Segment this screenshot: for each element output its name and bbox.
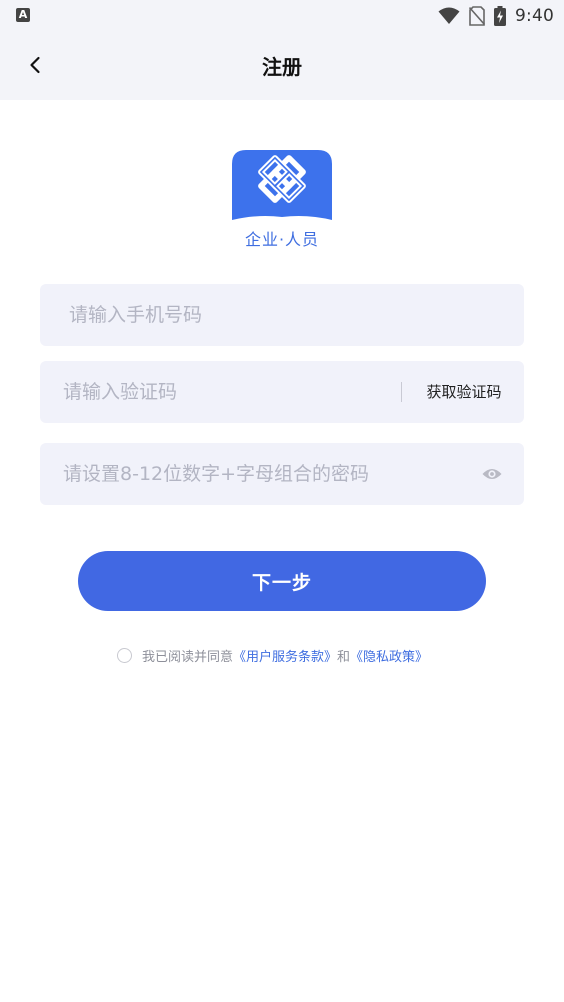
header-region: A 9:40 注册 [0, 0, 564, 100]
logo-caption: 企业·人员 [244, 230, 320, 249]
status-bar: A 9:40 [0, 0, 564, 32]
navigation-bar: 注册 [0, 32, 564, 100]
verification-code-input[interactable] [63, 361, 393, 423]
status-time: 9:40 [515, 6, 554, 26]
wifi-icon [438, 7, 460, 24]
password-field [40, 443, 524, 505]
app-logo-badge [232, 150, 332, 220]
privacy-policy-link[interactable]: 《隐私政策》 [350, 646, 428, 665]
eye-icon [482, 469, 502, 479]
phone-input[interactable] [69, 284, 509, 346]
agreement-checkbox[interactable] [117, 647, 132, 663]
status-icons: 9:40 [438, 4, 554, 28]
password-visibility-toggle[interactable] [480, 463, 504, 485]
agreement-prefix: 我已阅读并同意 [142, 649, 234, 665]
get-code-button[interactable]: 获取验证码 [414, 361, 514, 423]
terms-of-service-link[interactable]: 《用户服务条款》 [233, 646, 337, 665]
app-notification-icon: A [16, 8, 30, 22]
app-logo: 企业·人员 [232, 150, 332, 250]
next-step-button[interactable]: 下一步 [78, 551, 486, 611]
verification-code-field: 获取验证码 [40, 361, 524, 423]
field-divider [401, 382, 402, 402]
no-sim-icon [469, 6, 486, 26]
page-title: 注册 [262, 55, 302, 79]
password-input[interactable] [63, 443, 463, 505]
agreement-row: 我已阅读并同意 《用户服务条款》 和 《隐私政策》 [117, 645, 428, 665]
agreement-conjunction: 和 [337, 649, 351, 665]
phone-field [40, 284, 524, 346]
battery-charging-icon [494, 6, 507, 26]
